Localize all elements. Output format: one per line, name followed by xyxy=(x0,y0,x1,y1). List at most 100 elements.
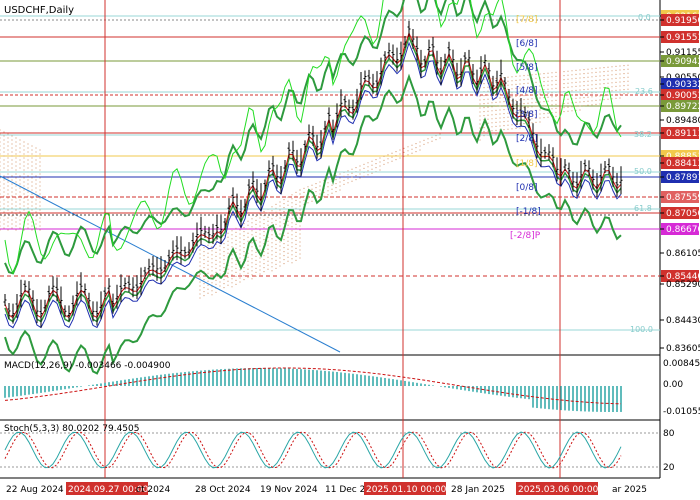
cloud-dot xyxy=(519,83,521,85)
cloud-dot xyxy=(295,199,297,201)
cloud-dot xyxy=(267,260,269,262)
cloud-dot xyxy=(307,186,309,188)
cloud-dot xyxy=(203,259,205,261)
cloud-dot xyxy=(203,263,205,265)
cloud-dot xyxy=(15,157,17,159)
cloud-dot xyxy=(215,239,217,241)
cloud-dot xyxy=(527,102,529,104)
cloud-dot xyxy=(627,76,629,78)
cloud-dot xyxy=(567,74,569,76)
cloud-dot xyxy=(527,98,529,100)
cloud-dot xyxy=(495,101,497,103)
cloud-dot xyxy=(295,195,297,197)
cloud-dot xyxy=(35,227,37,229)
cloud-dot xyxy=(535,121,537,123)
cloud-dot xyxy=(623,81,625,83)
cloud-dot xyxy=(355,179,357,181)
cloud-dot xyxy=(599,87,601,89)
price-label: 0.85290 xyxy=(666,280,700,290)
cloud-dot xyxy=(27,227,29,229)
cloud-dot xyxy=(615,69,617,71)
cloud-dot xyxy=(27,219,29,221)
cloud-dot xyxy=(227,248,229,250)
cloud-dot xyxy=(271,270,273,272)
cloud-dot xyxy=(575,85,577,87)
cloud-dot xyxy=(503,101,505,103)
cloud-dot xyxy=(3,199,5,201)
cloud-dot xyxy=(287,204,289,206)
cloud-dot xyxy=(7,169,9,171)
cloud-dot xyxy=(567,106,569,108)
cloud-dot xyxy=(283,247,285,249)
cloud-dot xyxy=(15,185,17,187)
cloud-dot xyxy=(283,239,285,241)
cloud-dot xyxy=(263,267,265,269)
cloud-dot xyxy=(507,84,509,86)
cloud-dot xyxy=(15,177,17,179)
cloud-dot xyxy=(199,293,201,295)
cloud-dot xyxy=(19,203,21,205)
cloud-dot xyxy=(523,107,525,109)
chart-window[interactable]: [7/8] [6/8] [5/8] [4/8] [3/8] [2/8] [1/8] [0/8]… xyxy=(0,0,700,500)
cloud-dot xyxy=(207,260,209,262)
cloud-dot xyxy=(555,99,557,101)
cloud-dot xyxy=(287,228,289,230)
cloud-dot xyxy=(199,281,201,283)
cloud-dot xyxy=(383,155,385,157)
cloud-dot xyxy=(235,247,237,249)
cloud-dot xyxy=(271,250,273,252)
cloud-dot xyxy=(223,259,225,261)
cloud-dot xyxy=(3,135,5,137)
price-label: 0.89722 xyxy=(666,102,700,112)
cloud-dot xyxy=(3,191,5,193)
cloud-dot xyxy=(235,227,237,229)
cloud-dot xyxy=(11,155,13,157)
cloud-dot xyxy=(291,234,293,236)
cloud-dot xyxy=(11,179,13,181)
cloud-dot xyxy=(19,159,21,161)
cloud-dot xyxy=(3,187,5,189)
price-label: 0.89480 xyxy=(666,116,700,126)
cloud-dot xyxy=(27,179,29,181)
cloud-dot xyxy=(395,155,397,157)
cloud-dot xyxy=(611,94,613,96)
cloud-dot xyxy=(531,122,533,124)
cloud-dot xyxy=(279,209,281,211)
cloud-dot xyxy=(27,215,29,217)
cloud-dot xyxy=(235,267,237,269)
cloud-dot xyxy=(583,81,585,83)
cloud-dot xyxy=(379,169,381,171)
cloud-dot xyxy=(395,159,397,161)
cloud-dot xyxy=(611,74,613,76)
cloud-dot xyxy=(7,209,9,211)
cloud-dot xyxy=(19,155,21,157)
cloud-dot xyxy=(7,193,9,195)
cloud-dot xyxy=(271,258,273,260)
cloud-dot xyxy=(555,95,557,97)
cloud-dot xyxy=(299,233,301,235)
cloud-dot xyxy=(255,239,257,241)
cloud-dot xyxy=(27,199,29,201)
cloud-dot xyxy=(251,254,253,256)
cloud-dot xyxy=(279,221,281,223)
cloud-dot xyxy=(219,253,221,255)
cloud-dot xyxy=(251,250,253,252)
cloud-dot xyxy=(35,199,37,201)
cloud-dot xyxy=(243,227,245,229)
cloud-dot xyxy=(39,213,41,215)
price-label: 0.87559 xyxy=(666,193,700,203)
cloud-dot xyxy=(591,72,593,74)
cloud-dot xyxy=(39,177,41,179)
cloud-dot xyxy=(223,279,225,281)
cloud-dot xyxy=(519,79,521,81)
cloud-dot xyxy=(255,271,257,273)
cloud-dot xyxy=(603,99,605,101)
cloud-dot xyxy=(571,94,573,96)
cloud-dot xyxy=(599,99,601,101)
cloud-dot xyxy=(595,71,597,73)
cloud-dot xyxy=(15,225,17,227)
cloud-dot xyxy=(31,213,33,215)
cloud-dot xyxy=(15,217,17,219)
cloud-dot xyxy=(15,173,17,175)
cloud-dot xyxy=(515,107,517,109)
